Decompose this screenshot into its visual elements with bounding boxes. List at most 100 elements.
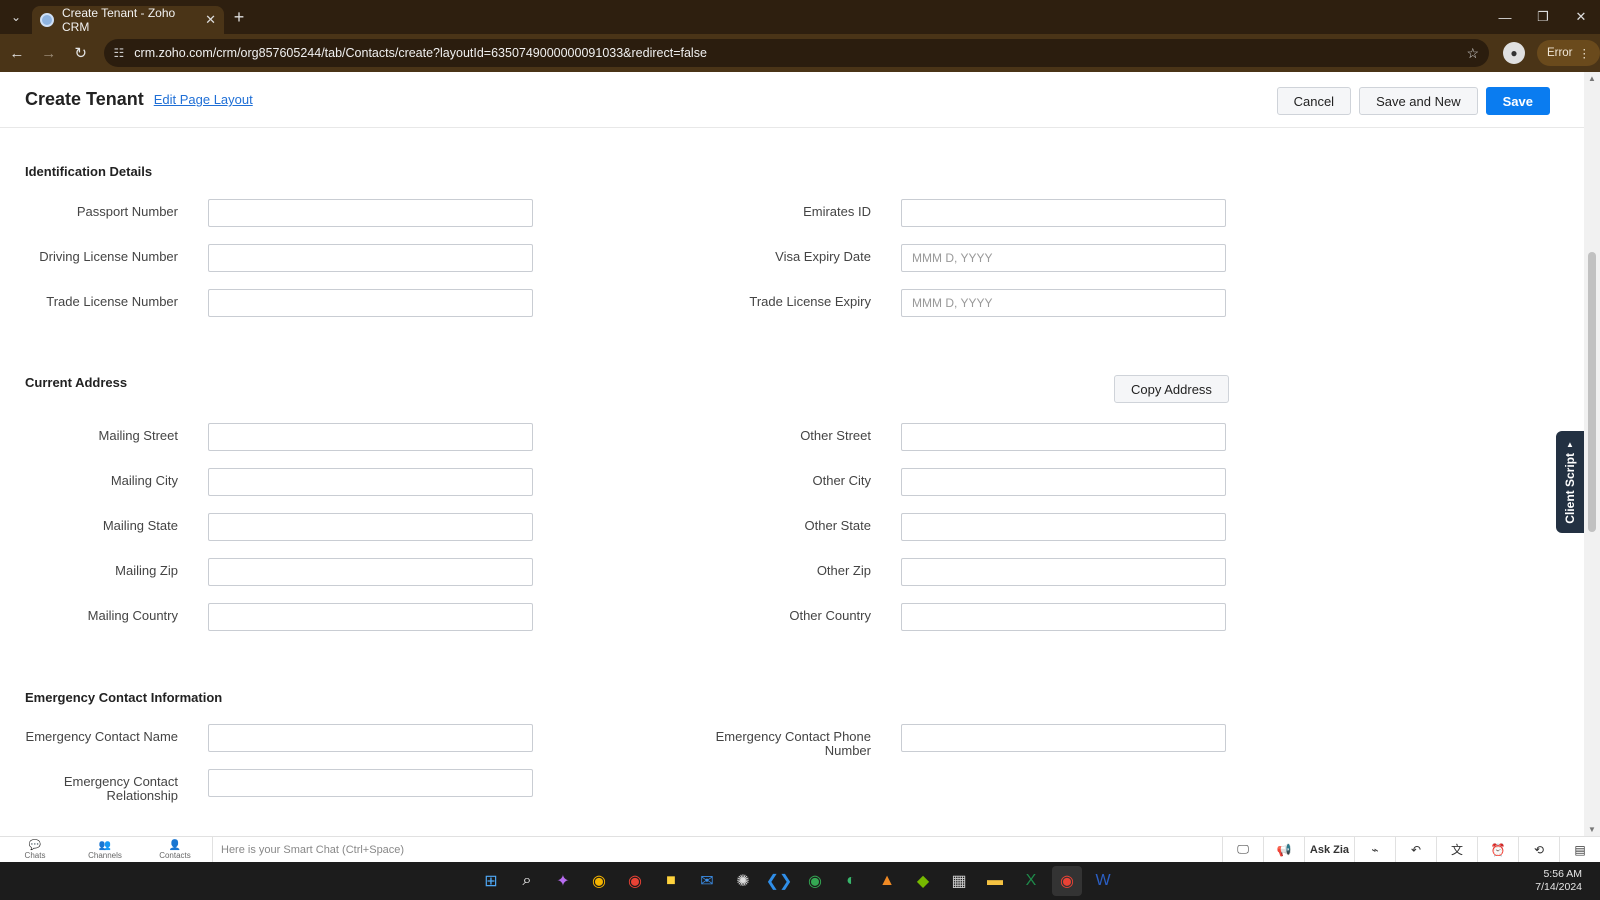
chrome-active-icon[interactable]: ◉ bbox=[1052, 866, 1082, 896]
search-icon[interactable]: ⌕ bbox=[512, 866, 542, 896]
save-button[interactable]: Save bbox=[1485, 87, 1550, 115]
other-country-input[interactable] bbox=[901, 603, 1226, 631]
visa-expiry-label: Visa Expiry Date bbox=[775, 249, 871, 264]
trade-license-input[interactable] bbox=[208, 289, 533, 317]
site-settings-icon[interactable]: ☷ bbox=[114, 46, 125, 60]
emergency-phone-input[interactable] bbox=[901, 724, 1226, 752]
mail-icon[interactable]: ✉ bbox=[692, 866, 722, 896]
address-bar[interactable]: ☷ crm.zoho.com/crm/org857605244/tab/Cont… bbox=[103, 39, 1490, 67]
word-icon[interactable]: W bbox=[1088, 866, 1118, 896]
new-tab-plus-icon[interactable]: + bbox=[224, 7, 254, 28]
back-arrow-icon[interactable]: ← bbox=[2, 38, 32, 68]
driving-license-field: Driving License Number bbox=[0, 244, 533, 272]
tab-search-chevron-icon[interactable]: ⌄ bbox=[0, 0, 32, 34]
other-zip-input[interactable] bbox=[901, 558, 1226, 586]
screen-share-icon[interactable]: 🖵 bbox=[1222, 836, 1263, 863]
translate-icon[interactable]: 文 bbox=[1436, 836, 1477, 863]
visa-expiry-input[interactable]: MMM D, YYYY bbox=[901, 244, 1226, 272]
mailing-street-field: Mailing Street bbox=[0, 423, 533, 451]
bookmark-star-icon[interactable]: ☆ bbox=[1467, 45, 1480, 62]
announcement-megaphone-icon[interactable]: 📢 bbox=[1263, 836, 1304, 863]
other-state-label: Other State bbox=[804, 518, 871, 533]
clock-time: 5:56 AM bbox=[1543, 868, 1582, 880]
trade-license-expiry-input[interactable]: MMM D, YYYY bbox=[901, 289, 1226, 317]
openai-icon[interactable]: ✺ bbox=[728, 866, 758, 896]
cancel-button[interactable]: Cancel bbox=[1276, 87, 1352, 115]
chats-button[interactable]: 💬 Chats bbox=[0, 837, 70, 863]
close-tab-icon[interactable]: ✕ bbox=[205, 12, 216, 28]
scrollbar-thumb[interactable] bbox=[1588, 252, 1596, 532]
calculator-icon[interactable]: ▦ bbox=[944, 866, 974, 896]
alarm-clock-icon[interactable]: ⏰ bbox=[1477, 836, 1518, 863]
contacts-button[interactable]: 👤 Contacts bbox=[140, 837, 210, 863]
mailing-city-input[interactable] bbox=[208, 468, 533, 496]
nvidia-icon[interactable]: ◆ bbox=[908, 866, 938, 896]
edge-icon[interactable]: ◐ bbox=[836, 866, 866, 896]
ask-zia-button[interactable]: Ask Zia bbox=[1304, 836, 1354, 863]
notes-icon[interactable]: ▤ bbox=[1559, 836, 1600, 863]
file-explorer-folder-icon[interactable]: ▬ bbox=[980, 866, 1010, 896]
copilot-icon[interactable]: ✦ bbox=[548, 866, 578, 896]
emergency-section-title: Emergency Contact Information bbox=[25, 690, 223, 705]
client-script-tab[interactable]: ▲ Client Script bbox=[1556, 431, 1584, 533]
other-street-input[interactable] bbox=[901, 423, 1226, 451]
mailing-country-input[interactable] bbox=[208, 603, 533, 631]
close-window-icon[interactable]: ✕ bbox=[1562, 0, 1600, 34]
visa-expiry-field: Visa Expiry Date MMM D, YYYY bbox=[708, 244, 1226, 272]
vlc-icon[interactable]: ▲ bbox=[872, 866, 902, 896]
edit-page-layout-link[interactable]: Edit Page Layout bbox=[154, 92, 253, 107]
reload-icon[interactable]: ↻ bbox=[66, 38, 96, 68]
page-title: Create Tenant bbox=[25, 89, 144, 109]
copy-address-button[interactable]: Copy Address bbox=[1114, 375, 1229, 403]
scroll-down-arrow-icon[interactable]: ▼ bbox=[1588, 825, 1596, 834]
emergency-relationship-field: Emergency Contact Relationship bbox=[0, 769, 533, 803]
signal-icon[interactable]: ⌁ bbox=[1354, 836, 1395, 863]
emergency-phone-field: Emergency Contact Phone Number bbox=[708, 724, 1226, 758]
mailing-zip-input[interactable] bbox=[208, 558, 533, 586]
url-text: crm.zoho.com/crm/org857605244/tab/Contac… bbox=[134, 46, 707, 60]
undo-arrow-icon[interactable]: ↶ bbox=[1395, 836, 1436, 863]
history-icon[interactable]: ⟲ bbox=[1518, 836, 1559, 863]
other-state-input[interactable] bbox=[901, 513, 1226, 541]
other-zip-field: Other Zip bbox=[708, 558, 1226, 586]
mailing-state-input[interactable] bbox=[208, 513, 533, 541]
vscode-icon[interactable]: ❮❯ bbox=[764, 866, 794, 896]
passport-number-input[interactable] bbox=[208, 199, 533, 227]
window-controls: — ❐ ✕ bbox=[1486, 0, 1600, 34]
profile-avatar-icon[interactable]: ● bbox=[1503, 42, 1525, 64]
chrome-alt-icon[interactable]: ◉ bbox=[800, 866, 830, 896]
windows-start-icon[interactable]: ⊞ bbox=[476, 866, 506, 896]
browser-tab[interactable]: Create Tenant - Zoho CRM ✕ bbox=[32, 6, 224, 34]
channels-group-icon: 👥 bbox=[98, 839, 112, 851]
emergency-relationship-input[interactable] bbox=[208, 769, 533, 797]
restore-icon[interactable]: ❐ bbox=[1524, 0, 1562, 34]
save-and-new-button[interactable]: Save and New bbox=[1359, 87, 1478, 115]
other-street-field: Other Street bbox=[708, 423, 1226, 451]
other-country-field: Other Country bbox=[708, 603, 1226, 631]
mailing-state-field: Mailing State bbox=[0, 513, 533, 541]
zoho-bottom-bar: 💬 Chats 👥 Channels 👤 Contacts Here is yo… bbox=[0, 836, 1600, 863]
excel-icon[interactable]: X bbox=[1016, 866, 1046, 896]
driving-license-input[interactable] bbox=[208, 244, 533, 272]
sticky-notes-icon[interactable]: ■ bbox=[656, 866, 686, 896]
forward-arrow-icon[interactable]: → bbox=[34, 38, 64, 68]
system-clock[interactable]: 5:56 AM 7/14/2024 bbox=[1535, 868, 1582, 894]
error-button[interactable]: Error ⋮ bbox=[1536, 40, 1600, 66]
smart-chat-input[interactable]: Here is your Smart Chat (Ctrl+Space) bbox=[212, 836, 1222, 863]
other-country-label: Other Country bbox=[789, 608, 871, 623]
page-header: Create Tenant Edit Page Layout Cancel Sa… bbox=[0, 72, 1584, 128]
other-city-input[interactable] bbox=[901, 468, 1226, 496]
mailing-street-input[interactable] bbox=[208, 423, 533, 451]
header-actions: Cancel Save and New Save bbox=[1276, 87, 1550, 115]
channels-label: Channels bbox=[88, 850, 122, 860]
channels-button[interactable]: 👥 Channels bbox=[70, 837, 140, 863]
emergency-name-input[interactable] bbox=[208, 724, 533, 752]
other-street-label: Other Street bbox=[800, 428, 871, 443]
chrome-profile-icon[interactable]: ◉ bbox=[584, 866, 614, 896]
minimize-icon[interactable]: — bbox=[1486, 0, 1524, 34]
page-scrollbar[interactable]: ▲ ▼ bbox=[1584, 72, 1600, 836]
scroll-up-arrow-icon[interactable]: ▲ bbox=[1588, 74, 1596, 83]
create-tenant-page: Create Tenant Edit Page Layout Cancel Sa… bbox=[0, 72, 1584, 836]
chrome-icon[interactable]: ◉ bbox=[620, 866, 650, 896]
emirates-id-input[interactable] bbox=[901, 199, 1226, 227]
